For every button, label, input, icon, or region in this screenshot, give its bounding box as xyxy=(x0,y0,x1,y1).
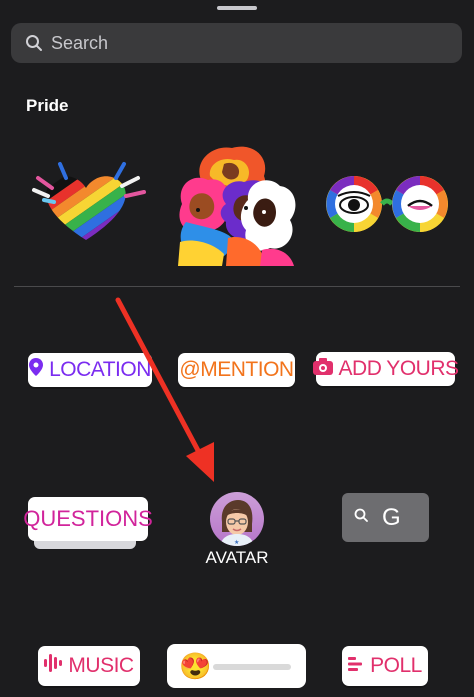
search-icon xyxy=(23,32,45,54)
add-yours-sticker[interactable]: ADD YOURS xyxy=(312,352,459,386)
questions-sticker[interactable]: QUESTIONS xyxy=(23,497,153,553)
poll-sticker[interactable]: POLL xyxy=(342,646,428,686)
add-yours-label: ADD YOURS xyxy=(338,357,459,380)
emoji-slider-sticker[interactable]: 😍 xyxy=(167,644,306,688)
rainbow-heart-sticker[interactable] xyxy=(24,160,152,246)
avatar[interactable]: ★ xyxy=(210,492,264,546)
poll-label: POLL xyxy=(370,654,422,677)
section-divider xyxy=(14,286,460,287)
camera-icon xyxy=(312,357,333,381)
poll-lines-icon xyxy=(348,654,364,678)
music-sticker[interactable]: MUSIC xyxy=(38,646,140,686)
section-title-pride: Pride xyxy=(26,96,69,115)
music-bars-icon xyxy=(44,653,63,679)
sheet-grabber[interactable] xyxy=(217,6,257,10)
avatar-label: AVATAR xyxy=(205,548,269,567)
pride-women-sticker[interactable] xyxy=(172,142,300,266)
questions-label: QUESTIONS xyxy=(23,497,153,541)
slider-track xyxy=(213,664,291,670)
gif-label: G xyxy=(382,503,401,531)
gif-sticker[interactable]: G xyxy=(342,493,429,542)
search-icon xyxy=(354,508,368,527)
search-bar[interactable]: Search xyxy=(11,23,462,63)
heart-eyes-emoji: 😍 xyxy=(179,651,212,681)
red-arrow-annotation xyxy=(115,297,214,482)
avatar-face-icon: ★ xyxy=(220,500,254,546)
location-pin-icon xyxy=(29,358,44,382)
music-label: MUSIC xyxy=(68,654,134,677)
search-placeholder: Search xyxy=(51,32,109,53)
svg-text:★: ★ xyxy=(234,539,239,546)
rainbow-glasses-sticker[interactable] xyxy=(324,172,450,236)
